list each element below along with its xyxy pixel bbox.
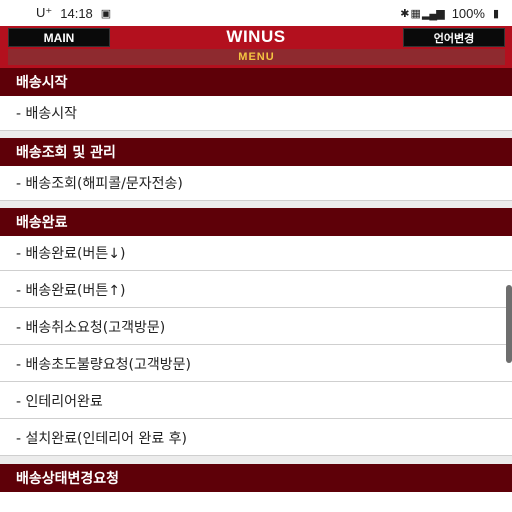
section-header-delivery-complete: 배송완료 [0,208,512,236]
scrollbar-thumb[interactable] [506,285,512,363]
section-header-delivery-start: 배송시작 [0,68,512,96]
section-gap [0,131,512,138]
menu-item-interior-complete[interactable]: - 인테리어완료 [0,384,512,419]
menu-item-delivery-inquiry[interactable]: - 배송조회(해피콜/문자전송) [0,166,512,201]
menu-item-delivery-complete-down[interactable]: - 배송완료(버튼↓) [0,236,512,271]
menu-item-delivery-cancel-request[interactable]: - 배송취소요청(고객방문) [0,310,512,345]
app-header: MAIN WINUS 언어변경 MENU [0,26,512,68]
menu-item-installation-complete[interactable]: - 설치완료(인테리어 완료 후) [0,421,512,456]
status-bar: U⁺ 14:18 ▣ ✱ ▦ ▂▄▆ 100% ▮ [0,0,512,26]
menu-item-delivery-start[interactable]: - 배송시작 [0,96,512,131]
signal-status-icons: ✱ ▦ ▂▄▆ [400,7,444,20]
menu-button[interactable]: MENU [8,49,505,65]
section-header-delivery-inquiry: 배송조회 및 관리 [0,138,512,166]
battery-icon: ▮ [492,7,499,20]
battery-percent: 100% [451,5,485,21]
section-gap [0,201,512,208]
section-gap [0,456,512,464]
carrier-label: U⁺ [36,5,53,20]
clock: 14:18 [60,5,93,21]
section-header-status-change-request: 배송상태변경요청 [0,464,512,492]
language-change-button[interactable]: 언어변경 [403,28,505,47]
menu-item-initial-defect-request[interactable]: - 배송초도불량요청(고객방문) [0,347,512,382]
notification-icon: ▣ [100,7,111,20]
menu-list: 배송시작 - 배송시작 배송조회 및 관리 - 배송조회(해피콜/문자전송) 배… [0,68,512,512]
menu-item-delivery-complete-up[interactable]: - 배송완료(버튼↑) [0,273,512,308]
